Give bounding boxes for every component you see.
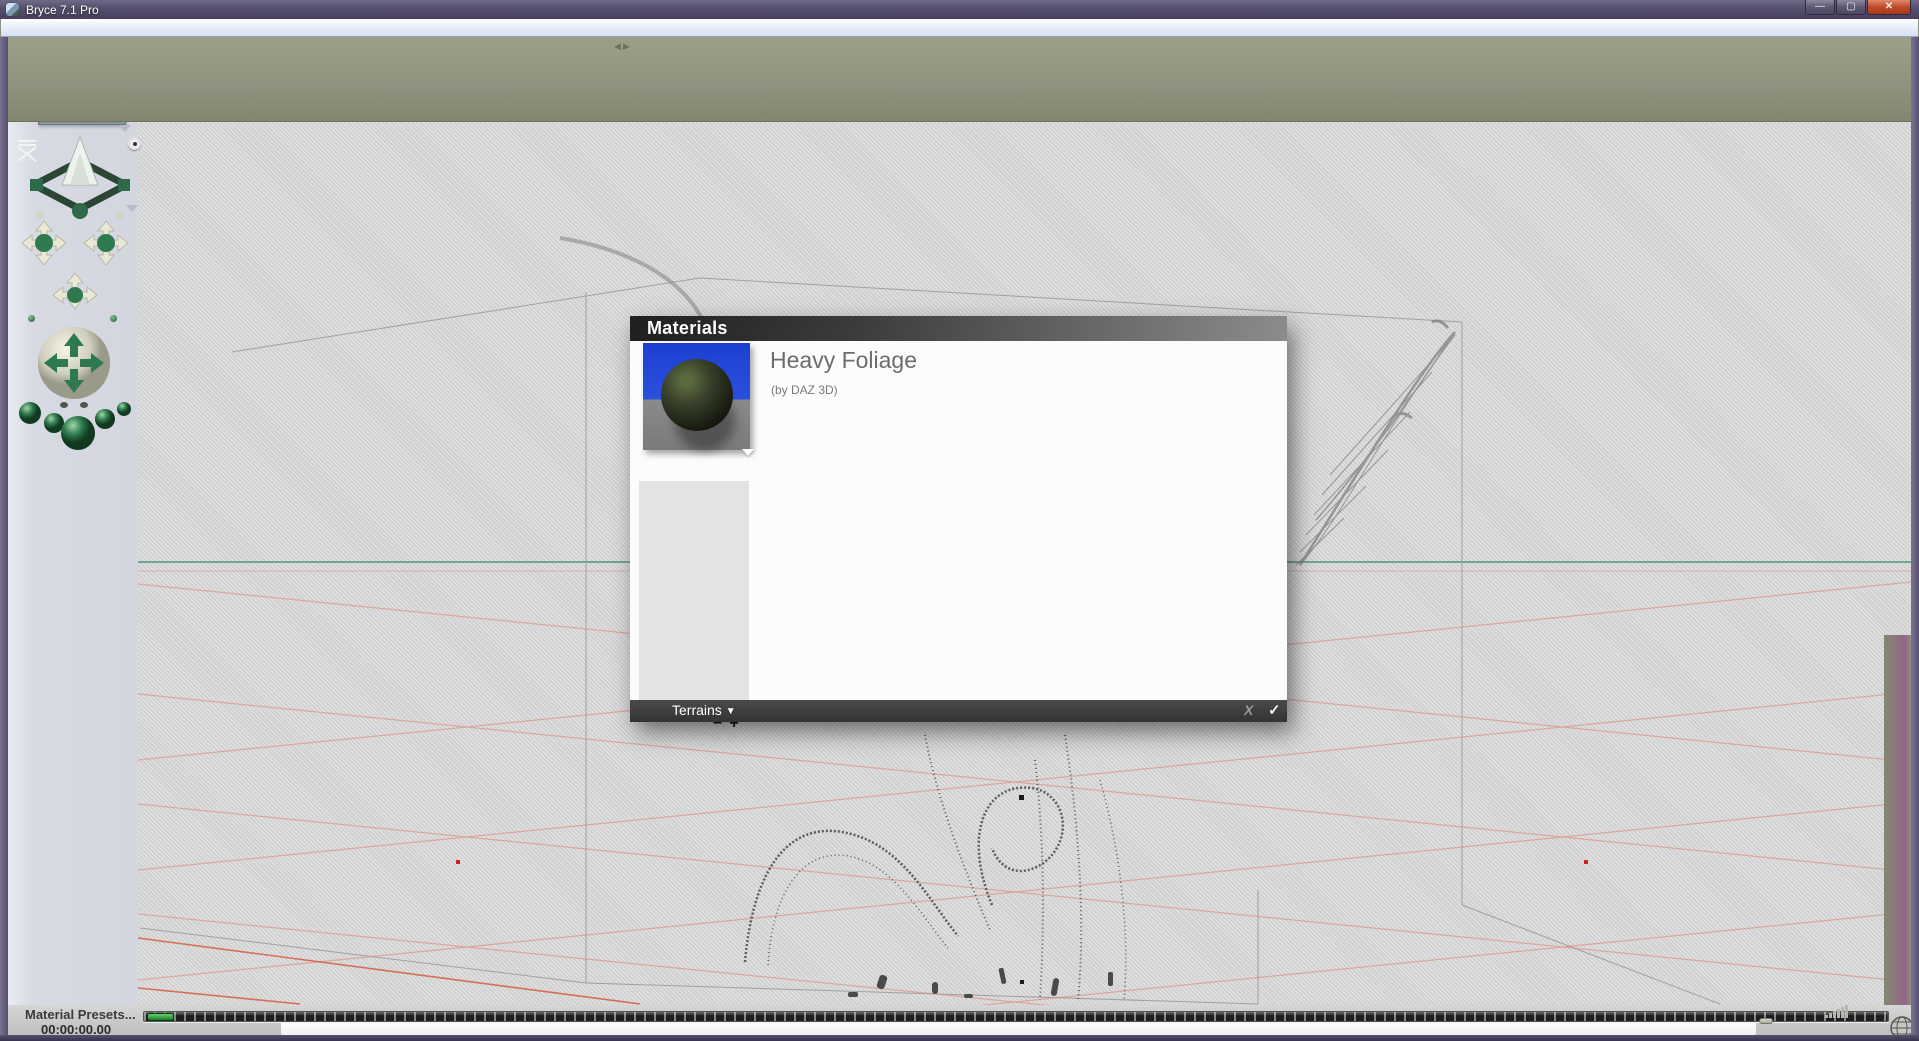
nav-dot-left[interactable] bbox=[28, 315, 35, 322]
library-dropdown-label: Terrains bbox=[672, 702, 722, 718]
app-icon bbox=[6, 3, 19, 16]
memory-indicator-icon bbox=[1825, 1005, 1848, 1018]
library-dropdown[interactable]: Terrains ▼ bbox=[672, 702, 736, 718]
materials-dialog-body: Heavy Foliage (by DAZ 3D) −+ bbox=[630, 341, 1287, 732]
timeline-scrubber[interactable] bbox=[147, 1013, 174, 1021]
status-bar: Material Presets... 00:00:00.00 bbox=[1, 1005, 1918, 1040]
pan-arrows-widget[interactable] bbox=[10, 217, 138, 313]
ok-button[interactable]: ✓ bbox=[1268, 701, 1281, 719]
selection-spheres-widget[interactable] bbox=[8, 399, 138, 455]
playback-controls bbox=[1759, 1018, 1773, 1024]
material-preview[interactable] bbox=[643, 343, 754, 456]
material-preview-arrow[interactable] bbox=[742, 449, 754, 456]
category-list bbox=[639, 481, 749, 713]
window-frame-left bbox=[0, 37, 8, 1035]
material-preview-sphere bbox=[661, 359, 733, 431]
terrain-widget-arrow[interactable] bbox=[126, 205, 138, 212]
materials-dialog: Materials Heavy Foliage (by DAZ 3D) −+ T… bbox=[630, 316, 1287, 732]
window-title: Bryce 7.1 Pro bbox=[26, 3, 99, 17]
materials-dialog-footer: Terrains ▼ X ✓ bbox=[630, 700, 1287, 722]
materials-dialog-title[interactable]: Materials bbox=[630, 316, 1287, 341]
menu-bar bbox=[1, 19, 1918, 37]
window-frame-right bbox=[1911, 37, 1919, 1035]
minimize-button[interactable]: — bbox=[1805, 0, 1835, 15]
bryce-app-window: Bryce 7.1 Pro — ▢ ✕ ◄► Materials Heavy F… bbox=[0, 0, 1919, 1041]
top-toolbar: ◄► bbox=[8, 37, 1911, 122]
status-label[interactable]: Material Presets... bbox=[25, 1007, 136, 1022]
close-button[interactable]: ✕ bbox=[1867, 0, 1911, 15]
bottom-strip bbox=[281, 1022, 1756, 1035]
chevron-down-icon: ▼ bbox=[725, 706, 736, 717]
terrain-nav-widget[interactable] bbox=[30, 133, 130, 219]
trackball-widget[interactable] bbox=[34, 325, 114, 409]
preset-name: Heavy Foliage bbox=[770, 347, 918, 373]
maximize-button[interactable]: ▢ bbox=[1836, 0, 1866, 15]
left-nav-palette bbox=[8, 37, 141, 1005]
window-frame-bottom bbox=[0, 1035, 1919, 1041]
title-bar: Bryce 7.1 Pro — ▢ ✕ bbox=[0, 0, 1919, 19]
material-thumbnail-grid bbox=[767, 478, 1249, 712]
right-tool-strip bbox=[1884, 635, 1911, 1005]
palette-resize-icon[interactable]: ◄► bbox=[612, 41, 632, 53]
nav-dot-right[interactable] bbox=[110, 315, 117, 322]
cancel-button[interactable]: X bbox=[1244, 702, 1253, 718]
preset-author: (by DAZ 3D) bbox=[771, 383, 838, 397]
animation-timeline[interactable] bbox=[143, 1005, 1889, 1022]
preview-options-arrow[interactable] bbox=[119, 125, 131, 132]
